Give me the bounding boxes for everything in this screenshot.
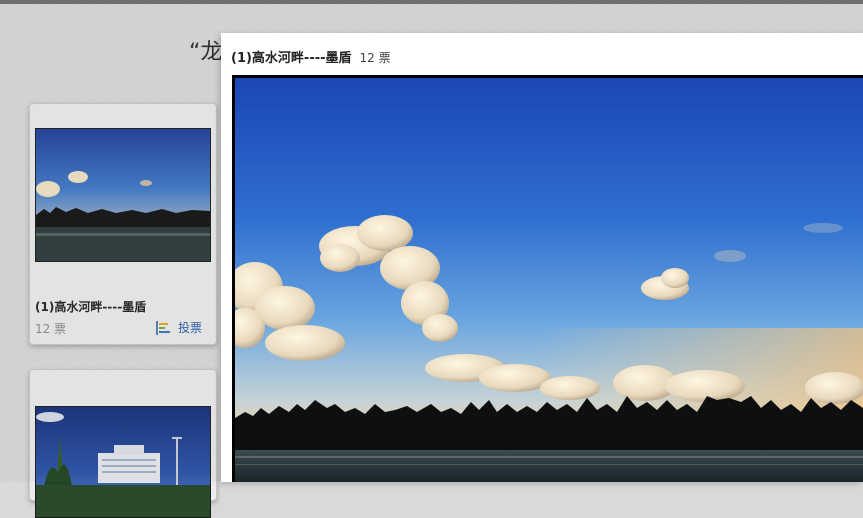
- lightbox-vote-count: 12 票: [359, 51, 391, 65]
- photo-card[interactable]: (1)高水河畔----墨盾 12 票 投票: [29, 103, 217, 345]
- vote-count: 12 票: [35, 322, 67, 336]
- lightbox-photo[interactable]: [232, 75, 863, 482]
- page-title: “龙: [189, 40, 223, 65]
- lightbox-title: (1)高水河畔----墨盾: [231, 51, 352, 66]
- vote-chart-icon: [156, 320, 170, 335]
- vote-button-label: 投票: [178, 321, 203, 335]
- photo-thumbnail[interactable]: [35, 406, 211, 518]
- lightbox-header: (1)高水河畔----墨盾 12 票: [231, 47, 391, 66]
- photo-lightbox: (1)高水河畔----墨盾 12 票: [221, 33, 863, 482]
- card-title[interactable]: (1)高水河畔----墨盾: [35, 298, 146, 315]
- vote-button[interactable]: 投票: [156, 319, 202, 336]
- photo-card[interactable]: [29, 369, 217, 518]
- photo-thumbnail[interactable]: [35, 128, 211, 262]
